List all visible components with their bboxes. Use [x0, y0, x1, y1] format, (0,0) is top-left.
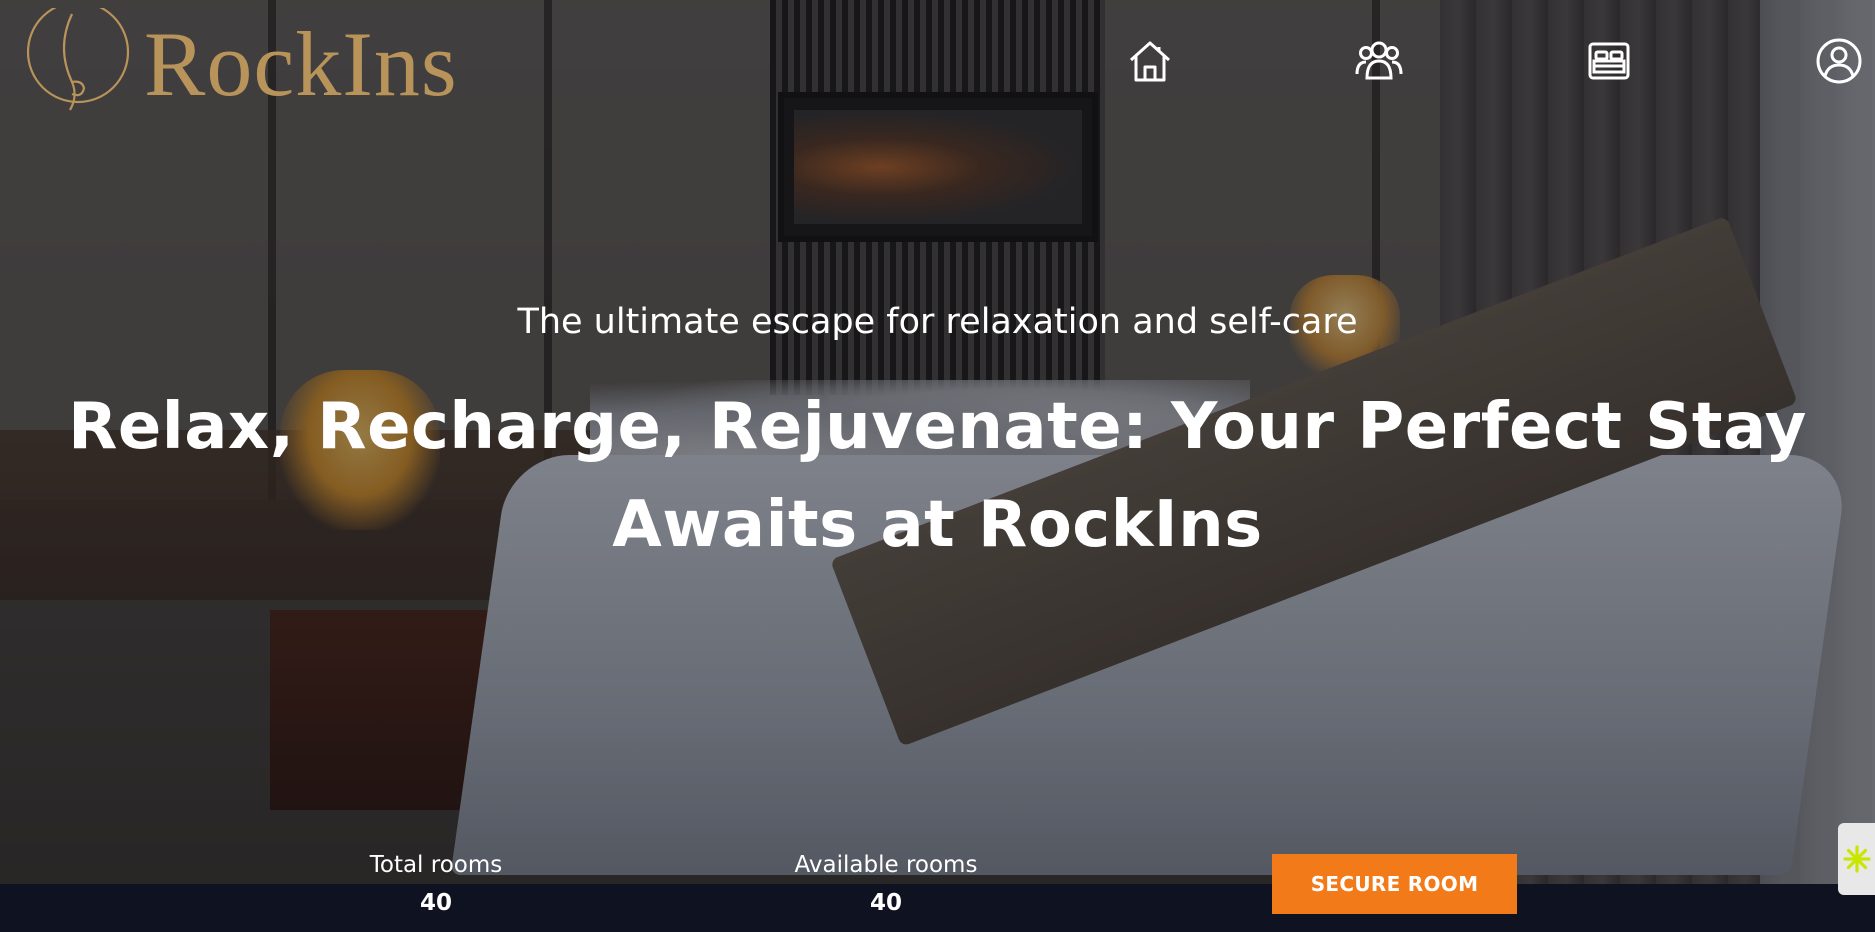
- users-icon: [1355, 41, 1403, 80]
- total-rooms-stat: Total rooms 40: [306, 852, 566, 916]
- side-widget[interactable]: [1838, 823, 1875, 895]
- sparkle-icon: [1842, 845, 1871, 873]
- secure-room-button[interactable]: SECURE ROOM: [1272, 854, 1517, 914]
- nav-rooms[interactable]: [1584, 36, 1634, 86]
- hero-tagline: The ultimate escape for relaxation and s…: [517, 302, 1358, 342]
- available-rooms-stat: Available rooms 40: [756, 852, 1016, 916]
- hero-headline: Relax, Recharge, Rejuvenate: Your Perfec…: [60, 378, 1815, 574]
- available-rooms-label: Available rooms: [794, 852, 978, 878]
- total-rooms-label: Total rooms: [369, 852, 503, 878]
- user-circle-icon: [1816, 38, 1862, 84]
- brand-logo[interactable]: RockIns: [24, 8, 458, 118]
- headline-line-2: Awaits at RockIns: [612, 488, 1263, 562]
- nav-home[interactable]: [1125, 36, 1175, 86]
- headline-line-1: Relax, Recharge, Rejuvenate: Your Perfec…: [68, 390, 1807, 464]
- nav-guests[interactable]: [1354, 36, 1404, 86]
- available-rooms-value: 40: [869, 890, 902, 916]
- brand-name: RockIns: [144, 13, 458, 115]
- home-icon: [1129, 41, 1171, 82]
- bed-icon: [1588, 42, 1630, 80]
- total-rooms-value: 40: [419, 890, 452, 916]
- nav-account[interactable]: [1814, 36, 1864, 86]
- logo-mark-icon: [26, 8, 130, 111]
